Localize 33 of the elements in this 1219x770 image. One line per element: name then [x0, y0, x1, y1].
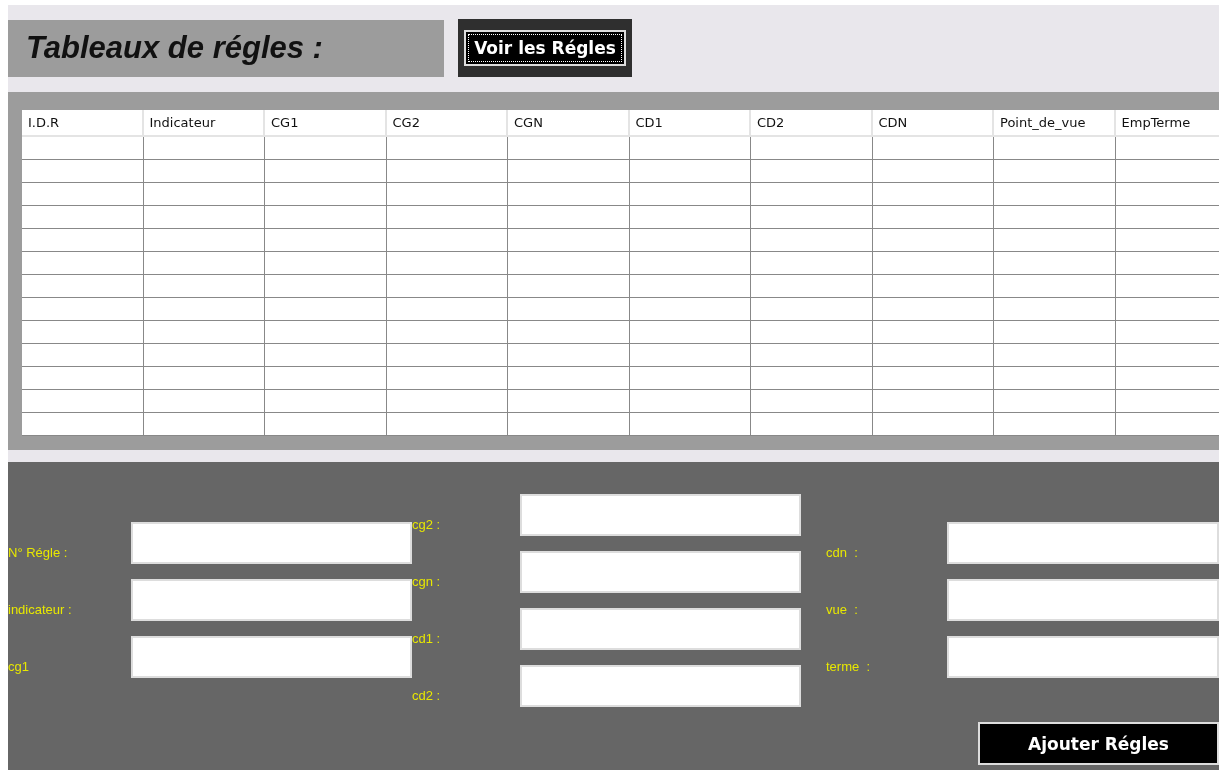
field-label: terme :	[826, 659, 872, 676]
input-field[interactable]	[520, 551, 801, 593]
input-field[interactable]	[520, 494, 801, 536]
column-header[interactable]: CG1	[265, 110, 387, 137]
add-rules-button[interactable]: Ajouter Régles	[978, 722, 1219, 765]
input-field[interactable]	[131, 579, 412, 621]
column-header[interactable]: Point_de_vue	[994, 110, 1116, 137]
field-label: N° Régle :	[8, 545, 69, 562]
field-label: cd1 :	[412, 631, 442, 648]
column-header[interactable]: EmpTerme	[1115, 110, 1219, 137]
field-label: vue :	[826, 602, 859, 619]
view-rules-button[interactable]: Voir les Régles	[464, 30, 626, 66]
field-label: cg1	[8, 659, 30, 676]
input-field[interactable]	[947, 636, 1219, 678]
input-field[interactable]	[520, 608, 801, 650]
column-header[interactable]: I.D.R	[22, 110, 144, 137]
input-field[interactable]	[131, 522, 412, 564]
column-header[interactable]: CDN	[872, 110, 994, 137]
field-label: indicateur :	[8, 602, 73, 619]
input-field[interactable]	[947, 579, 1219, 621]
column-header[interactable]: CG2	[386, 110, 508, 137]
field-label: cg2 :	[412, 517, 442, 534]
column-header[interactable]: CD2	[751, 110, 873, 137]
field-label: cdn :	[826, 545, 859, 562]
page-title: Tableaux de régles :	[26, 30, 323, 66]
input-field[interactable]	[131, 636, 412, 678]
column-header[interactable]: CGN	[508, 110, 630, 137]
field-label: cd2 :	[412, 688, 442, 705]
input-field[interactable]	[947, 522, 1219, 564]
field-label: cgn :	[412, 574, 442, 591]
column-header[interactable]: CD1	[629, 110, 751, 137]
column-header[interactable]: Indicateur	[143, 110, 265, 137]
input-field[interactable]	[520, 665, 801, 707]
